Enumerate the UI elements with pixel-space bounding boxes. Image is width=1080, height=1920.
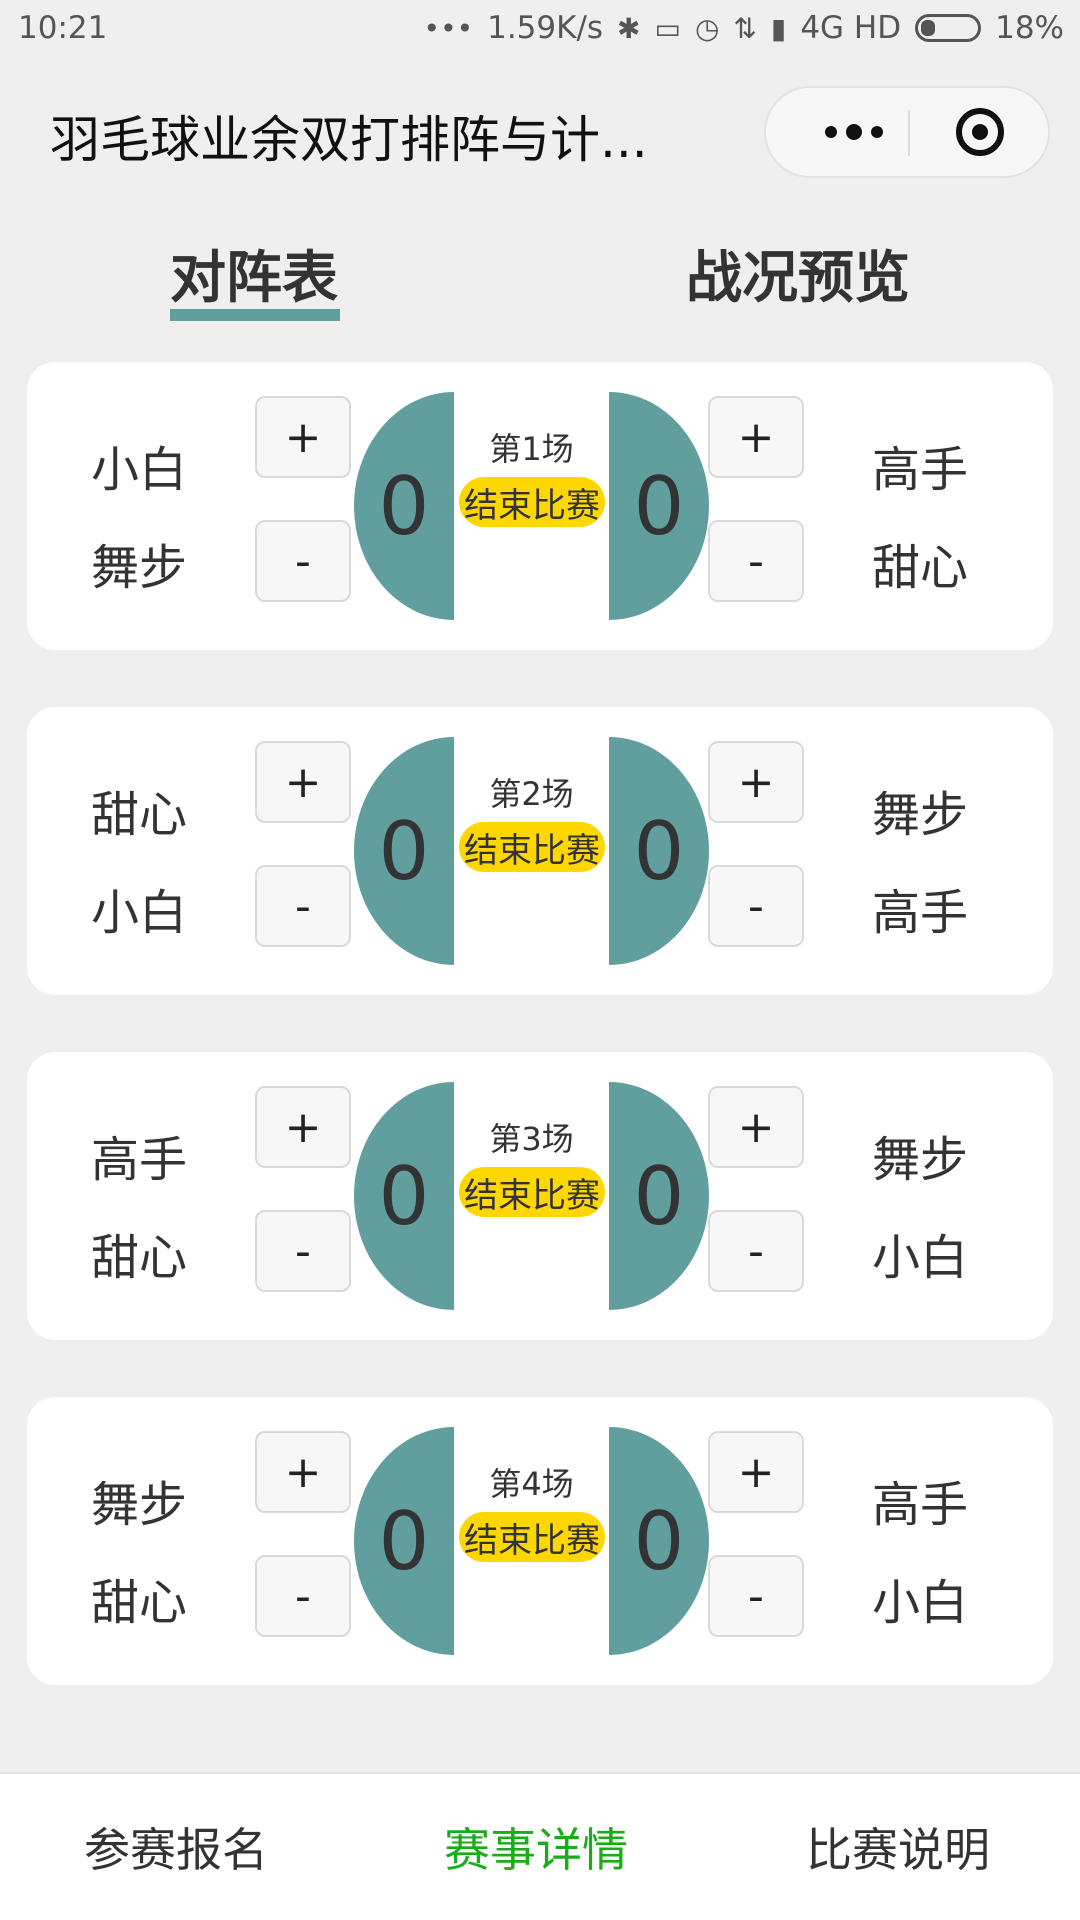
right-player-2: 高手: [872, 885, 969, 941]
match-card: 舞步 甜心 + - 0 第4场 结束比赛 0 + - 高手 小白: [27, 1397, 1053, 1685]
status-bar: 10:21 ••• 1.59K/s ✱ ▭ ◷ ⇅ ▮ 4G HD 18%: [0, 0, 1080, 62]
left-score: 0: [354, 1427, 454, 1655]
end-match-button[interactable]: 结束比赛: [459, 822, 605, 872]
network-type: 4G HD: [800, 10, 902, 46]
right-minus-button[interactable]: -: [708, 865, 804, 947]
left-player-2: 小白: [91, 885, 188, 941]
left-player-2: 甜心: [91, 1575, 188, 1631]
right-plus-button[interactable]: +: [708, 1086, 804, 1168]
active-tab-indicator: [170, 309, 340, 321]
right-player-1: 舞步: [872, 1132, 969, 1188]
miniprogram-capsule: [764, 86, 1050, 178]
left-plus-button[interactable]: +: [255, 1086, 351, 1168]
match-card: 小白 舞步 + - 0 第1场 结束比赛 0 + - 高手 甜心: [27, 362, 1053, 650]
right-minus-button[interactable]: -: [708, 1210, 804, 1292]
battery-percent: 18%: [995, 10, 1064, 46]
data-transfer-icon: ⇅: [733, 11, 757, 45]
left-player-2: 舞步: [91, 540, 188, 596]
end-match-button[interactable]: 结束比赛: [459, 477, 605, 527]
right-minus-button[interactable]: -: [708, 1555, 804, 1637]
vibrate-icon: ▭: [654, 11, 681, 45]
left-minus-button[interactable]: -: [255, 520, 351, 602]
close-miniprogram-icon[interactable]: [956, 108, 1004, 156]
title-bar: 羽毛球业余双打排阵与计...: [0, 62, 1080, 202]
right-score: 0: [609, 1427, 709, 1655]
status-time: 10:21: [18, 10, 108, 46]
right-score: 0: [609, 392, 709, 620]
left-score: 0: [354, 737, 454, 965]
status-icons: ••• 1.59K/s ✱ ▭ ◷ ⇅ ▮ 4G HD 18%: [424, 10, 1064, 46]
left-player-1: 甜心: [91, 787, 188, 843]
end-match-button[interactable]: 结束比赛: [459, 1512, 605, 1562]
battery-icon: [915, 14, 982, 42]
bluetooth-icon: ✱: [617, 11, 641, 45]
right-player-1: 高手: [872, 1477, 969, 1533]
right-player-2: 小白: [872, 1575, 969, 1631]
capsule-divider: [908, 110, 910, 156]
right-score: 0: [609, 1082, 709, 1310]
left-plus-button[interactable]: +: [255, 741, 351, 823]
left-score: 0: [354, 392, 454, 620]
nav-registration[interactable]: 参赛报名: [84, 1814, 268, 1880]
match-card: 甜心 小白 + - 0 第2场 结束比赛 0 + - 舞步 高手: [27, 707, 1053, 995]
match-number: 第2场: [489, 775, 574, 813]
left-minus-button[interactable]: -: [255, 1210, 351, 1292]
network-speed: 1.59K/s: [487, 10, 604, 46]
right-player-1: 高手: [872, 442, 969, 498]
left-player-1: 高手: [91, 1132, 188, 1188]
left-score: 0: [354, 1082, 454, 1310]
match-number: 第4场: [489, 1465, 574, 1503]
left-minus-button[interactable]: -: [255, 1555, 351, 1637]
match-number: 第3场: [489, 1120, 574, 1158]
right-score: 0: [609, 737, 709, 965]
page-title: 羽毛球业余双打排阵与计...: [50, 111, 648, 169]
right-plus-button[interactable]: +: [708, 1431, 804, 1513]
left-player-1: 舞步: [91, 1477, 188, 1533]
nav-rules[interactable]: 比赛说明: [806, 1814, 990, 1880]
left-plus-button[interactable]: +: [255, 396, 351, 478]
right-plus-button[interactable]: +: [708, 741, 804, 823]
left-player-2: 甜心: [91, 1230, 188, 1286]
right-minus-button[interactable]: -: [708, 520, 804, 602]
right-player-2: 小白: [872, 1230, 969, 1286]
more-dots-icon: •••: [423, 11, 474, 45]
tab-matchups[interactable]: 对阵表: [170, 233, 338, 314]
left-plus-button[interactable]: +: [255, 1431, 351, 1513]
left-minus-button[interactable]: -: [255, 865, 351, 947]
more-menu-icon[interactable]: [804, 88, 904, 176]
right-player-2: 甜心: [872, 540, 969, 596]
end-match-button[interactable]: 结束比赛: [459, 1167, 605, 1217]
right-player-1: 舞步: [872, 787, 969, 843]
match-card: 高手 甜心 + - 0 第3场 结束比赛 0 + - 舞步 小白: [27, 1052, 1053, 1340]
nav-event-details[interactable]: 赛事详情: [444, 1814, 628, 1880]
top-tabs: 对阵表 战况预览: [0, 225, 1080, 325]
left-player-1: 小白: [91, 442, 188, 498]
right-plus-button[interactable]: +: [708, 396, 804, 478]
alarm-icon: ◷: [694, 11, 720, 45]
tab-overview[interactable]: 战况预览: [686, 233, 910, 314]
bottom-nav: 参赛报名 赛事详情 比赛说明: [0, 1772, 1080, 1920]
match-number: 第1场: [489, 430, 574, 468]
signal-icon: ▮: [770, 11, 787, 45]
